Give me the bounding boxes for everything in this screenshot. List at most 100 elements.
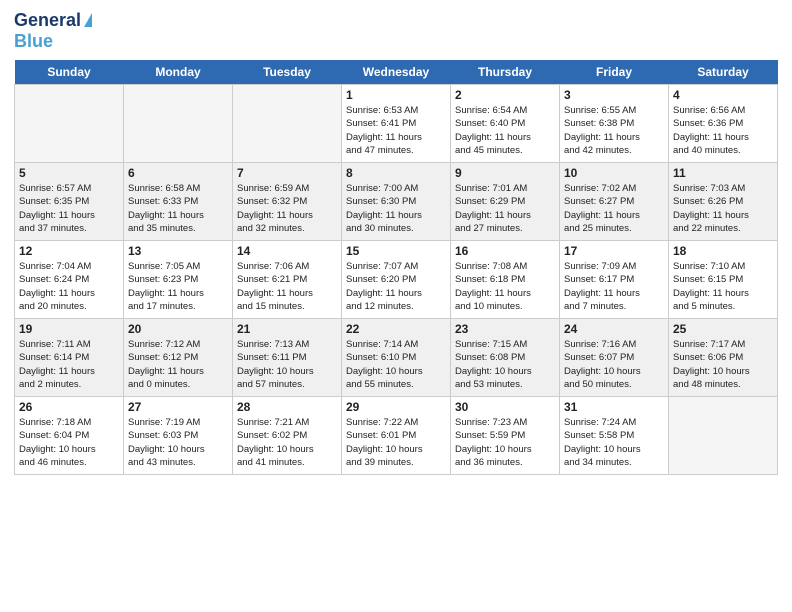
calendar-container: General Blue SundayMondayTuesdayWednesda… xyxy=(0,0,792,485)
logo: General Blue xyxy=(14,10,92,52)
day-info-text: Daylight: 11 hours xyxy=(19,365,119,378)
day-header-sunday: Sunday xyxy=(15,60,124,85)
day-info-text: Sunrise: 7:07 AM xyxy=(346,260,446,273)
day-info-text: Daylight: 11 hours xyxy=(455,209,555,222)
day-info-text: and 53 minutes. xyxy=(455,378,555,391)
calendar-cell: 26Sunrise: 7:18 AMSunset: 6:04 PMDayligh… xyxy=(15,397,124,475)
day-number: 3 xyxy=(564,88,664,102)
day-info-text: Sunrise: 7:16 AM xyxy=(564,338,664,351)
calendar-cell: 16Sunrise: 7:08 AMSunset: 6:18 PMDayligh… xyxy=(451,241,560,319)
day-info-text: Sunrise: 6:58 AM xyxy=(128,182,228,195)
day-header-monday: Monday xyxy=(124,60,233,85)
day-info-text: Sunrise: 6:53 AM xyxy=(346,104,446,117)
calendar-cell: 18Sunrise: 7:10 AMSunset: 6:15 PMDayligh… xyxy=(669,241,778,319)
day-number: 12 xyxy=(19,244,119,258)
day-info-text: Sunset: 6:18 PM xyxy=(455,273,555,286)
day-info-text: Daylight: 11 hours xyxy=(564,209,664,222)
day-info-text: Sunrise: 7:21 AM xyxy=(237,416,337,429)
day-info-text: Sunrise: 7:14 AM xyxy=(346,338,446,351)
day-info-text: Daylight: 10 hours xyxy=(128,443,228,456)
day-info-text: Sunset: 6:23 PM xyxy=(128,273,228,286)
day-number: 7 xyxy=(237,166,337,180)
day-info-text: Sunrise: 7:02 AM xyxy=(564,182,664,195)
day-info-text: Daylight: 10 hours xyxy=(564,365,664,378)
day-info-text: Daylight: 11 hours xyxy=(673,209,773,222)
day-info-text: Sunrise: 7:15 AM xyxy=(455,338,555,351)
day-info-text: Sunrise: 6:55 AM xyxy=(564,104,664,117)
day-info-text: Daylight: 11 hours xyxy=(237,209,337,222)
day-number: 2 xyxy=(455,88,555,102)
calendar-cell: 30Sunrise: 7:23 AMSunset: 5:59 PMDayligh… xyxy=(451,397,560,475)
day-info-text: Sunrise: 7:04 AM xyxy=(19,260,119,273)
day-info-text: and 12 minutes. xyxy=(346,300,446,313)
day-info-text: Sunset: 6:41 PM xyxy=(346,117,446,130)
calendar-cell: 17Sunrise: 7:09 AMSunset: 6:17 PMDayligh… xyxy=(560,241,669,319)
calendar-cell xyxy=(15,85,124,163)
day-info-text: and 30 minutes. xyxy=(346,222,446,235)
day-info-text: Sunset: 6:02 PM xyxy=(237,429,337,442)
day-info-text: Sunset: 6:24 PM xyxy=(19,273,119,286)
day-info-text: Sunrise: 7:11 AM xyxy=(19,338,119,351)
day-info-text: and 20 minutes. xyxy=(19,300,119,313)
day-info-text: and 2 minutes. xyxy=(19,378,119,391)
day-info-text: Daylight: 11 hours xyxy=(346,287,446,300)
day-info-text: Daylight: 10 hours xyxy=(346,443,446,456)
day-info-text: Sunrise: 7:13 AM xyxy=(237,338,337,351)
day-info-text: Daylight: 11 hours xyxy=(346,131,446,144)
day-info-text: Sunrise: 7:01 AM xyxy=(455,182,555,195)
week-row-4: 19Sunrise: 7:11 AMSunset: 6:14 PMDayligh… xyxy=(15,319,778,397)
calendar-cell: 6Sunrise: 6:58 AMSunset: 6:33 PMDaylight… xyxy=(124,163,233,241)
day-info-text: and 15 minutes. xyxy=(237,300,337,313)
day-info-text: and 27 minutes. xyxy=(455,222,555,235)
day-number: 17 xyxy=(564,244,664,258)
calendar-cell: 25Sunrise: 7:17 AMSunset: 6:06 PMDayligh… xyxy=(669,319,778,397)
calendar-cell: 24Sunrise: 7:16 AMSunset: 6:07 PMDayligh… xyxy=(560,319,669,397)
day-info-text: Sunrise: 7:09 AM xyxy=(564,260,664,273)
calendar-cell: 21Sunrise: 7:13 AMSunset: 6:11 PMDayligh… xyxy=(233,319,342,397)
calendar-cell: 19Sunrise: 7:11 AMSunset: 6:14 PMDayligh… xyxy=(15,319,124,397)
day-info-text: and 55 minutes. xyxy=(346,378,446,391)
day-info-text: Sunrise: 7:18 AM xyxy=(19,416,119,429)
day-number: 27 xyxy=(128,400,228,414)
day-info-text: Sunset: 6:40 PM xyxy=(455,117,555,130)
day-number: 11 xyxy=(673,166,773,180)
calendar-cell: 11Sunrise: 7:03 AMSunset: 6:26 PMDayligh… xyxy=(669,163,778,241)
calendar-cell: 12Sunrise: 7:04 AMSunset: 6:24 PMDayligh… xyxy=(15,241,124,319)
day-info-text: and 43 minutes. xyxy=(128,456,228,469)
day-info-text: Daylight: 11 hours xyxy=(19,209,119,222)
calendar-cell xyxy=(124,85,233,163)
day-number: 23 xyxy=(455,322,555,336)
calendar-cell: 13Sunrise: 7:05 AMSunset: 6:23 PMDayligh… xyxy=(124,241,233,319)
calendar-cell: 3Sunrise: 6:55 AMSunset: 6:38 PMDaylight… xyxy=(560,85,669,163)
day-info-text: Daylight: 11 hours xyxy=(128,209,228,222)
day-info-text: Sunrise: 7:12 AM xyxy=(128,338,228,351)
day-info-text: Sunrise: 7:06 AM xyxy=(237,260,337,273)
day-header-saturday: Saturday xyxy=(669,60,778,85)
day-info-text: Daylight: 10 hours xyxy=(19,443,119,456)
calendar-cell: 23Sunrise: 7:15 AMSunset: 6:08 PMDayligh… xyxy=(451,319,560,397)
day-info-text: Sunset: 6:11 PM xyxy=(237,351,337,364)
day-info-text: Daylight: 11 hours xyxy=(673,287,773,300)
day-number: 25 xyxy=(673,322,773,336)
day-info-text: Sunrise: 6:56 AM xyxy=(673,104,773,117)
day-number: 1 xyxy=(346,88,446,102)
day-info-text: Sunset: 5:59 PM xyxy=(455,429,555,442)
day-info-text: Sunrise: 7:08 AM xyxy=(455,260,555,273)
day-info-text: Daylight: 10 hours xyxy=(346,365,446,378)
day-info-text: Sunset: 6:38 PM xyxy=(564,117,664,130)
calendar-header: General Blue xyxy=(14,10,778,52)
day-info-text: Sunset: 6:07 PM xyxy=(564,351,664,364)
day-info-text: Sunrise: 7:22 AM xyxy=(346,416,446,429)
day-info-text: Sunset: 6:10 PM xyxy=(346,351,446,364)
day-info-text: Sunset: 6:12 PM xyxy=(128,351,228,364)
day-info-text: and 39 minutes. xyxy=(346,456,446,469)
day-info-text: Sunrise: 7:10 AM xyxy=(673,260,773,273)
day-header-tuesday: Tuesday xyxy=(233,60,342,85)
day-info-text: Sunset: 6:08 PM xyxy=(455,351,555,364)
calendar-cell xyxy=(669,397,778,475)
day-info-text: Sunset: 6:01 PM xyxy=(346,429,446,442)
day-info-text: Sunrise: 7:05 AM xyxy=(128,260,228,273)
calendar-cell: 8Sunrise: 7:00 AMSunset: 6:30 PMDaylight… xyxy=(342,163,451,241)
logo-general: General xyxy=(14,10,81,31)
day-info-text: Sunset: 5:58 PM xyxy=(564,429,664,442)
